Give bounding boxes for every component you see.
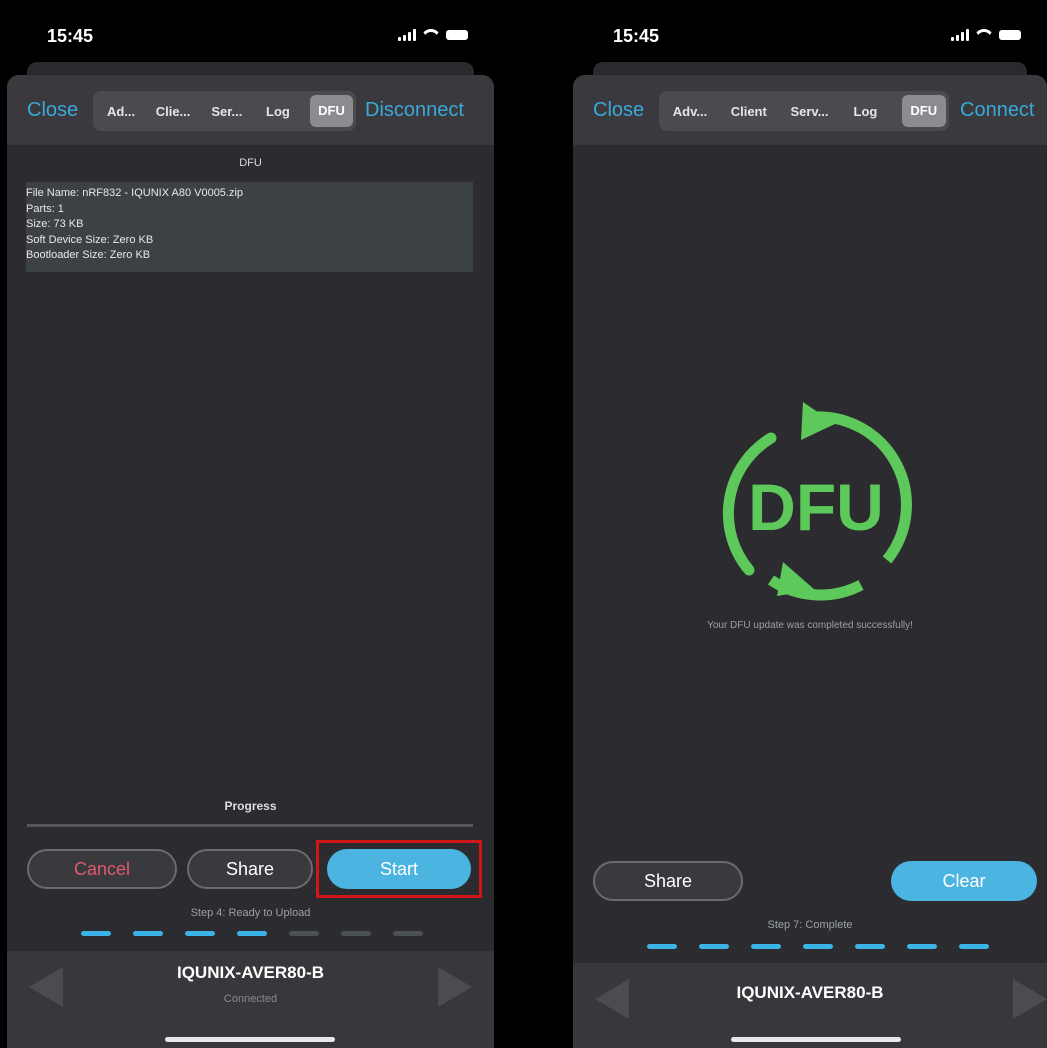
home-indicator[interactable]	[731, 1037, 901, 1042]
progress-label: Progress	[224, 799, 277, 813]
home-indicator[interactable]	[165, 1037, 335, 1042]
file-size: Size: 73 KB	[26, 218, 84, 230]
right-phone-screen: 15:45 Close Adv... Client Serv... Log DF…	[573, 0, 1047, 1048]
step-dash	[699, 944, 729, 949]
tab-advertisement[interactable]: Adv...	[662, 104, 718, 119]
step-dash	[133, 931, 163, 936]
cancel-button[interactable]: Cancel	[27, 849, 177, 889]
step-dash	[803, 944, 833, 949]
close-button[interactable]: Close	[27, 99, 78, 122]
soft-device-size: Soft Device Size: Zero KB	[26, 233, 154, 246]
tab-advertisement[interactable]: Ad...	[96, 104, 146, 119]
share-button[interactable]: Share	[593, 861, 743, 901]
tab-services[interactable]: Ser...	[200, 104, 254, 119]
dfu-logo-icon: DFU	[722, 402, 912, 601]
tab-dfu[interactable]: DFU	[901, 95, 946, 127]
tab-log[interactable]: Log	[839, 104, 891, 119]
device-status: Connected	[223, 993, 278, 1005]
tab-client[interactable]: Clie...	[146, 104, 200, 119]
wifi-icon	[423, 29, 439, 41]
step-dash	[907, 944, 937, 949]
close-button[interactable]: Close	[593, 99, 644, 122]
step-dash	[341, 931, 371, 936]
nav-bar: Close Adv... Client Serv... Log DFU Conn…	[573, 75, 1047, 145]
device-footer: IQUNIX-AVER80-B	[573, 963, 1047, 1048]
step-dash	[855, 944, 885, 949]
disconnect-button[interactable]: Disconnect	[365, 99, 464, 122]
progress-bar	[27, 824, 473, 827]
success-message: Your DFU update was completed successful…	[707, 620, 913, 631]
dfu-section-title: DFU	[239, 157, 262, 169]
step-dash	[237, 931, 267, 936]
device-footer: IQUNIX-AVER80-B Connected	[7, 951, 494, 1048]
battery-icon	[446, 30, 468, 40]
step-dash	[393, 931, 423, 936]
wifi-icon	[976, 29, 992, 41]
step-dash	[751, 944, 781, 949]
step-dash	[81, 931, 111, 936]
tab-log[interactable]: Log	[254, 104, 302, 119]
signal-icon	[398, 29, 416, 41]
signal-icon	[951, 29, 969, 41]
step-dash	[647, 944, 677, 949]
step-text: Step 7: Complete	[767, 919, 853, 931]
step-dash	[185, 931, 215, 936]
status-bar: 15:45	[7, 0, 494, 62]
step-text: Step 4: Ready to Upload	[190, 907, 311, 919]
start-button[interactable]: Start	[327, 849, 471, 889]
dfu-sheet: Close Adv... Client Serv... Log DFU Conn…	[573, 75, 1047, 1048]
tab-segmented-control: Adv... Client Serv... Log DFU	[659, 91, 949, 131]
dfu-sheet: Close Ad... Clie... Ser... Log DFU Disco…	[7, 75, 494, 1048]
left-phone-screen: 15:45 Close Ad... Clie... Ser... Log DFU…	[7, 0, 494, 1048]
clear-button[interactable]: Clear	[891, 861, 1037, 901]
step-indicator	[647, 944, 989, 949]
step-dash	[959, 944, 989, 949]
dfu-logo-text: DFU	[748, 470, 884, 544]
bootloader-size: Bootloader Size: Zero KB	[26, 249, 151, 261]
tab-client[interactable]: Client	[718, 104, 780, 119]
step-indicator	[81, 931, 423, 936]
file-name: File Name: nRF832 - IQUNIX A80 V0005.zip	[26, 187, 244, 199]
status-time: 15:45	[47, 26, 94, 46]
connect-button[interactable]: Connect	[960, 99, 1035, 122]
device-name: IQUNIX-AVER80-B	[736, 983, 884, 1002]
nav-bar: Close Ad... Clie... Ser... Log DFU Disco…	[7, 75, 494, 145]
file-parts: Parts: 1	[26, 202, 64, 215]
tab-services[interactable]: Serv...	[780, 104, 840, 119]
status-bar: 15:45	[573, 0, 1047, 62]
status-time: 15:45	[613, 26, 660, 46]
share-button[interactable]: Share	[187, 849, 313, 889]
tab-segmented-control: Ad... Clie... Ser... Log DFU	[93, 91, 356, 131]
file-info-box: File Name: nRF832 - IQUNIX A80 V0005.zip…	[26, 182, 473, 272]
step-dash	[289, 931, 319, 936]
battery-icon	[999, 30, 1021, 40]
device-name: IQUNIX-AVER80-B	[176, 963, 325, 982]
tab-dfu[interactable]: DFU	[310, 95, 353, 127]
